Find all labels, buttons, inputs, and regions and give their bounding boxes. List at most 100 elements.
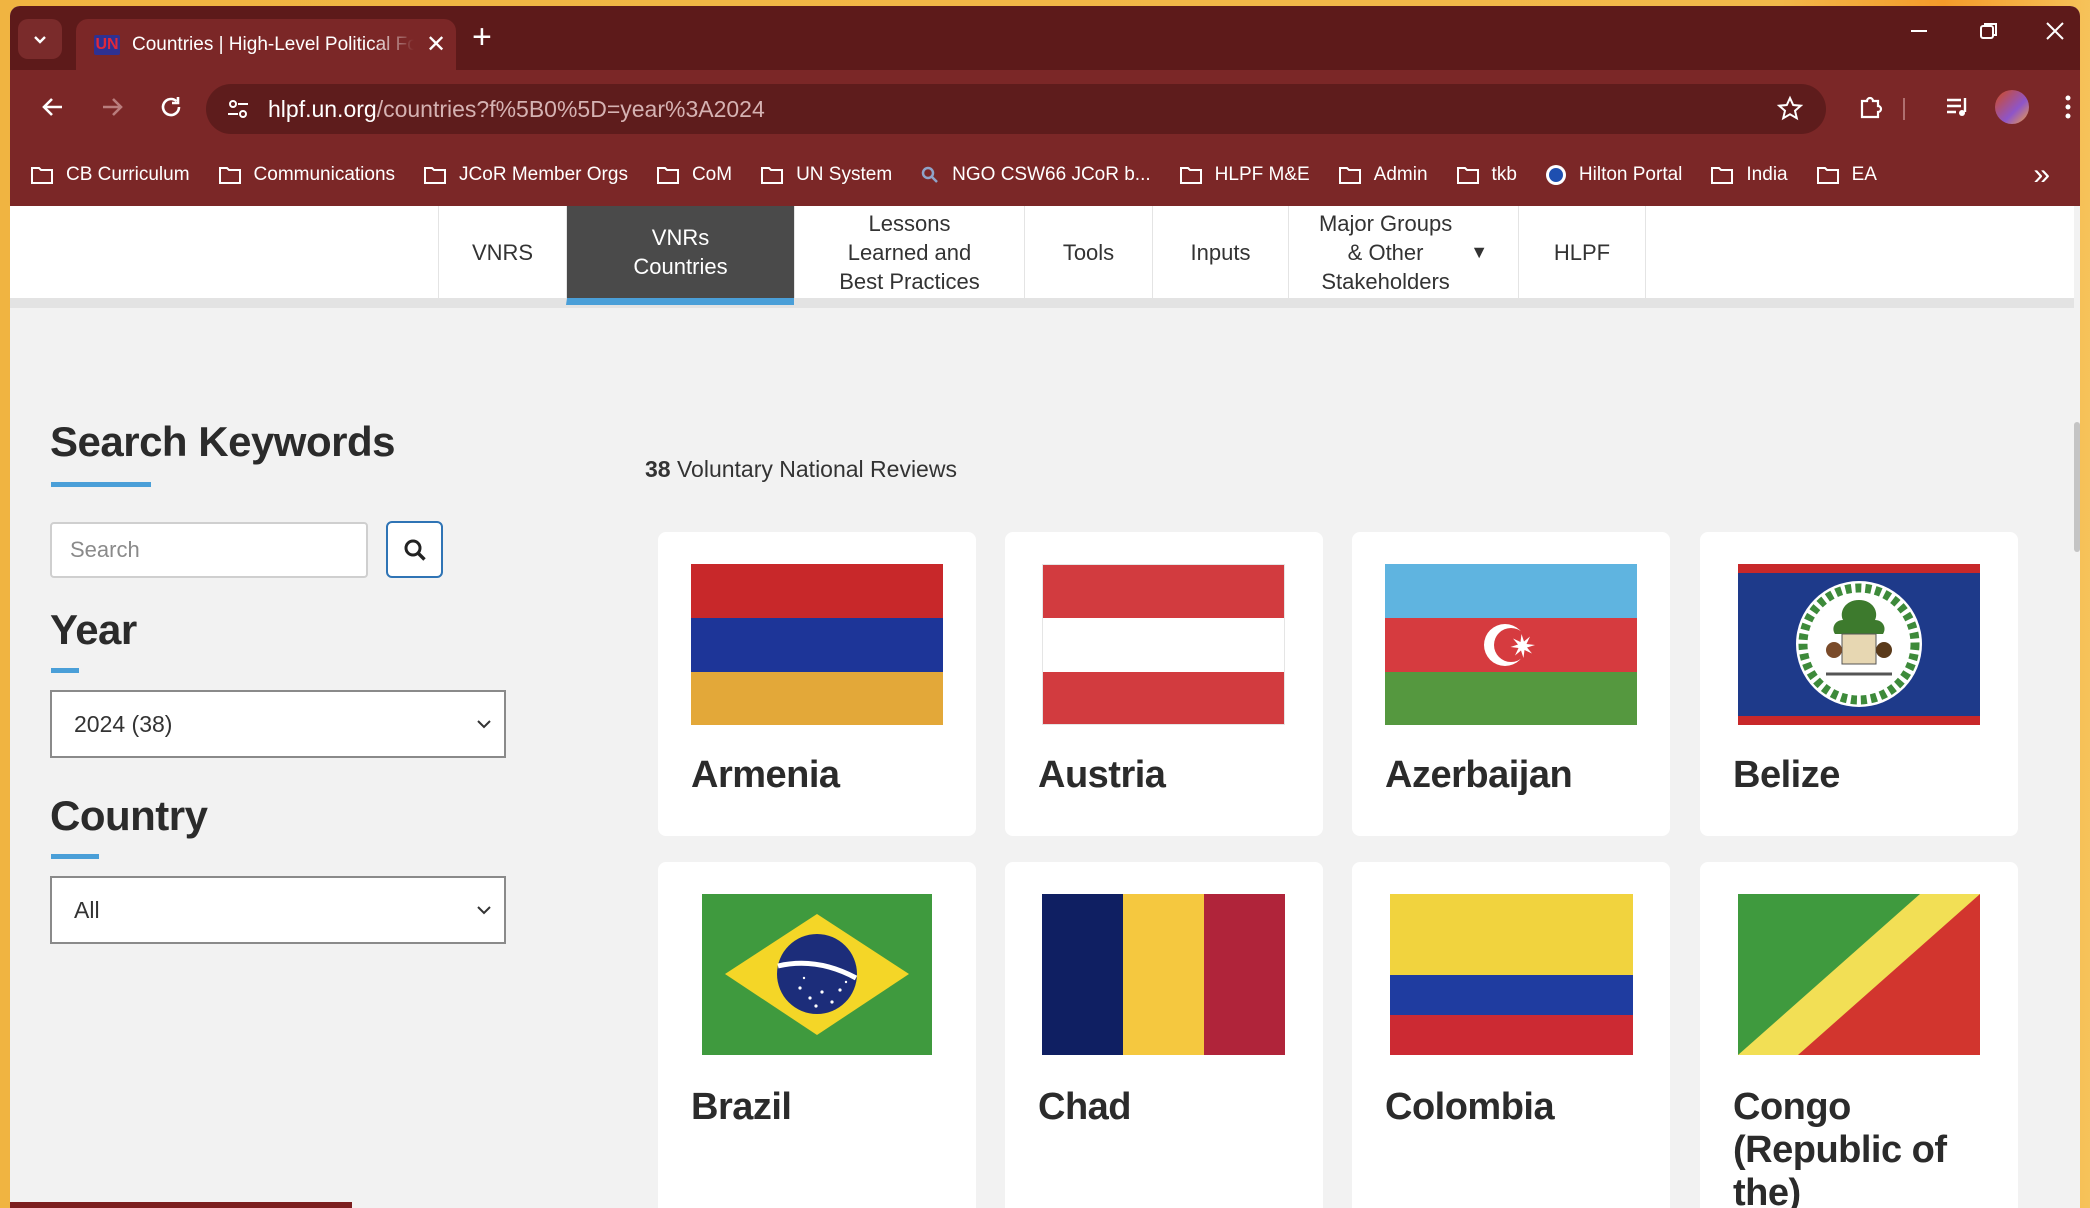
nav-item[interactable]: Tools (1024, 206, 1152, 298)
country-name: Belize (1733, 754, 1840, 796)
close-icon (2046, 22, 2064, 40)
country-card-brazil[interactable]: Brazil (658, 862, 976, 1208)
search-button[interactable] (386, 521, 443, 578)
tab-search-button[interactable] (18, 19, 62, 59)
country-name: Austria (1038, 754, 1166, 796)
congo-flag-icon (1738, 894, 1980, 1055)
chevron-down-icon (477, 720, 491, 729)
scrollbar-thumb[interactable] (2074, 422, 2080, 552)
heading-underline (51, 482, 151, 487)
bookmark-item[interactable]: UN System (760, 164, 892, 186)
nav-item[interactable]: Inputs (1152, 206, 1288, 298)
reload-button[interactable] (154, 90, 188, 124)
extensions-icon[interactable] (1854, 90, 1888, 124)
page-scrollbar[interactable] (2074, 206, 2080, 1208)
page-footer-bar (10, 1202, 352, 1208)
bookmark-star-icon[interactable] (1776, 95, 1804, 128)
arrow-right-icon (103, 98, 123, 116)
arrow-left-icon (42, 98, 62, 116)
colombia-flag-icon (1390, 894, 1633, 1055)
bookmark-item[interactable]: HLPF M&E (1179, 164, 1310, 186)
brazil-flag-icon (702, 894, 932, 1055)
restore-button[interactable] (1978, 20, 2000, 46)
heading-underline (51, 854, 99, 859)
site-navigation: VNRS VNRs Countries Lessons Learned and Be… (10, 206, 2074, 308)
more-menu-icon[interactable] (2058, 90, 2078, 124)
country-card-colombia[interactable]: Colombia (1352, 862, 1670, 1208)
un-favicon-icon: UN (94, 34, 120, 55)
more-bookmarks-icon[interactable]: » (2033, 158, 2050, 192)
toolbar-separator (1903, 98, 1905, 120)
url-text: hlpf.un.org/countries?f%5B0%5D=year%3A20… (268, 95, 765, 122)
folder-icon (1711, 167, 1734, 184)
azerbaijan-flag-icon (1385, 564, 1637, 725)
results-count: 38 Voluntary National Reviews (645, 456, 957, 482)
search-keywords-heading: Search Keywords (50, 418, 396, 465)
chevron-down-icon (34, 36, 46, 44)
tab-title: Countries | High-Level Political Forum (132, 33, 414, 55)
folder-icon (1456, 167, 1479, 184)
profile-avatar[interactable] (1995, 90, 2029, 124)
minimize-button[interactable] (1908, 20, 1930, 46)
country-card-chad[interactable]: Chad (1005, 862, 1323, 1208)
nav-item[interactable]: HLPF (1518, 206, 1646, 298)
bookmark-item[interactable]: EA (1816, 164, 1877, 186)
nav-item[interactable]: VNRs Countries (566, 206, 794, 305)
bookmark-item[interactable]: CB Curriculum (30, 164, 190, 186)
armenia-flag-icon (691, 564, 943, 725)
year-select[interactable]: 2024 (38) (50, 690, 506, 758)
address-bar[interactable]: hlpf.un.org/countries?f%5B0%5D=year%3A20… (206, 84, 1826, 134)
chevron-down-icon (477, 906, 491, 915)
country-name: Azerbaijan (1385, 754, 1573, 796)
nav-item[interactable]: Lessons Learned and Best Practices (794, 206, 1024, 298)
heading-underline (51, 668, 79, 673)
minimize-icon (1911, 30, 1927, 32)
search-icon (404, 539, 426, 561)
country-card-armenia[interactable]: Armenia (658, 532, 976, 836)
bookmark-item[interactable]: Hilton Portal (1545, 164, 1682, 186)
bookmark-item[interactable]: Admin (1338, 164, 1428, 186)
bookmark-item[interactable]: tkb (1456, 164, 1517, 186)
hilton-icon (1545, 165, 1566, 185)
dropdown-caret-icon: ▼ (1470, 241, 1489, 262)
country-card-austria[interactable]: Austria (1005, 532, 1323, 836)
back-button[interactable] (36, 90, 70, 124)
folder-icon (218, 167, 241, 184)
bookmark-item[interactable]: CoM (656, 164, 732, 186)
country-select-value: All (74, 896, 100, 923)
bookmark-item[interactable]: Communications (218, 164, 395, 186)
bookmarks-bar: CB Curriculum Communications JCoR Member O… (10, 144, 2080, 206)
active-tab[interactable]: UN Countries | High-Level Political Foru… (76, 19, 456, 70)
folder-icon (424, 167, 447, 184)
tab-strip: UN Countries | High-Level Political Foru… (10, 6, 2080, 70)
browser-toolbar: hlpf.un.org/countries?f%5B0%5D=year%3A20… (10, 70, 2080, 144)
nav-item[interactable]: Major Groups & Other Stakeholders ▼ (1288, 206, 1518, 298)
new-tab-button[interactable]: + (472, 20, 492, 54)
site-info-icon[interactable] (224, 95, 252, 123)
forward-button[interactable] (95, 90, 129, 124)
reload-icon (161, 97, 181, 117)
close-window-button[interactable] (2044, 20, 2066, 46)
chad-flag-icon (1042, 894, 1285, 1055)
country-select[interactable]: All (50, 876, 506, 944)
country-name: Armenia (691, 754, 840, 796)
year-heading: Year (50, 606, 137, 653)
folder-icon (656, 167, 679, 184)
bookmark-item[interactable]: India (1710, 164, 1788, 186)
folder-icon (1179, 167, 1202, 184)
country-card-azerbaijan[interactable]: Azerbaijan (1352, 532, 1670, 836)
country-card-congo[interactable]: Congo (Republic of the) (1700, 862, 2018, 1208)
country-heading: Country (50, 792, 208, 839)
search-input[interactable] (50, 522, 368, 578)
folder-icon (761, 167, 784, 184)
close-tab-icon[interactable]: ✕ (426, 32, 446, 57)
bookmark-item[interactable]: JCoR Member Orgs (423, 164, 628, 186)
restore-icon (1980, 23, 1997, 39)
media-control-icon[interactable] (1941, 90, 1975, 124)
folder-icon (31, 167, 53, 184)
web-page: VNRS VNRs Countries Lessons Learned and Be… (10, 206, 2074, 1208)
year-select-value: 2024 (38) (74, 710, 173, 737)
nav-item[interactable]: VNRS (438, 206, 566, 298)
bookmark-item[interactable]: NGO CSW66 JCoR b... (920, 164, 1151, 186)
country-card-belize[interactable]: Belize (1700, 532, 2018, 836)
